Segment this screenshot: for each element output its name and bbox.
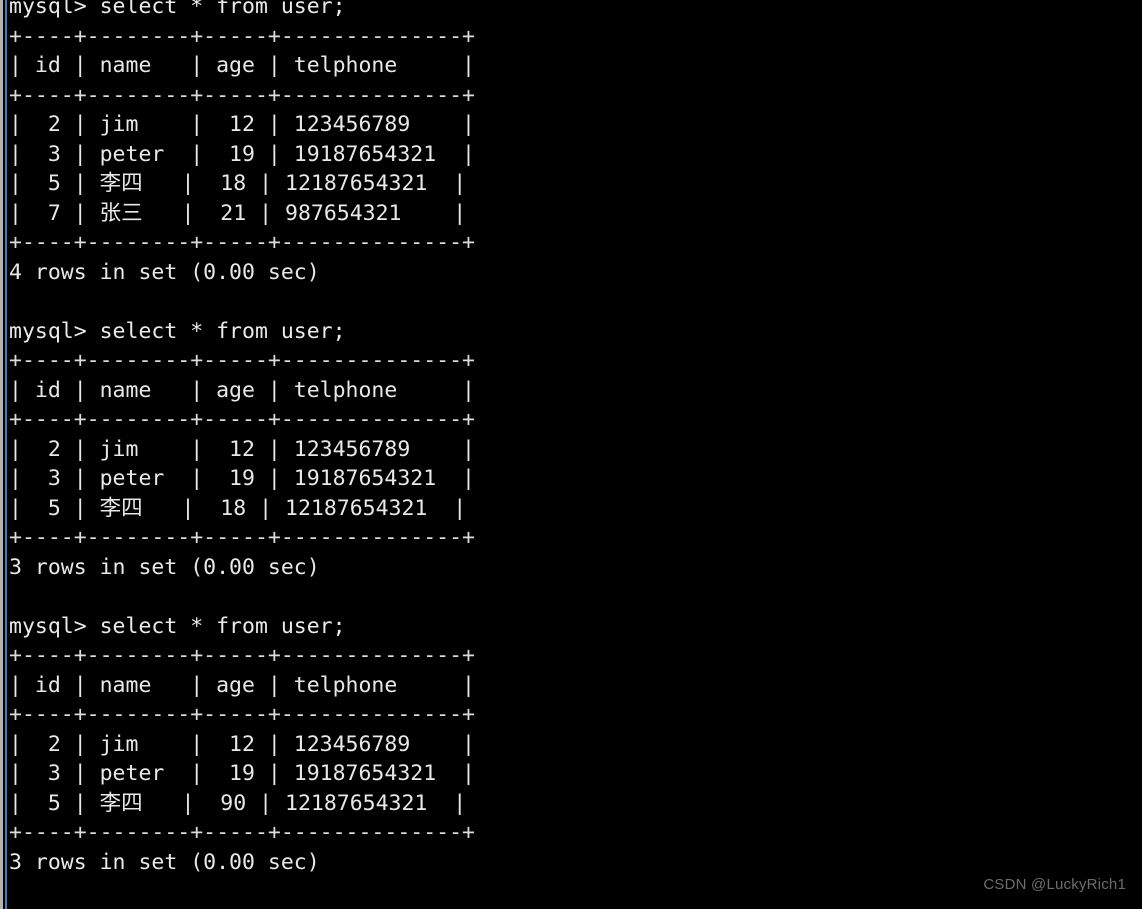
table-separator: +----+--------+-----+--------------+ xyxy=(9,820,475,845)
table-separator: +----+--------+-----+--------------+ xyxy=(9,348,475,373)
terminal-window: mysql> select * from user; +----+-------… xyxy=(0,0,1142,909)
command-line: mysql> select * from user; xyxy=(9,0,346,19)
table-row: | 2 | jim | 12 | 123456789 | xyxy=(9,731,475,757)
table-separator: +----+--------+-----+--------------+ xyxy=(9,407,475,432)
table-row: | 5 | 李四 | 18 | 12187654321 | xyxy=(9,171,467,196)
table-row: | 3 | peter | 19 | 19187654321 | xyxy=(9,761,475,786)
table-header: | id | name | age | telphone | xyxy=(9,672,475,698)
command-line: mysql> select * from user; xyxy=(9,318,346,344)
table-row: | 5 | 李四 | 18 | 12187654321 | xyxy=(9,495,467,521)
result-status: 3 rows in set (0.00 sec) xyxy=(9,849,320,875)
result-status: 4 rows in set (0.00 sec) xyxy=(9,259,320,285)
table-row: | 3 | peter | 19 | 19187654321 | xyxy=(9,141,475,167)
table-separator: +----+--------+-----+--------------+ xyxy=(9,230,475,255)
table-header: | id | name | age | telphone | xyxy=(9,377,475,403)
terminal-output[interactable]: mysql> select * from user; +----+-------… xyxy=(9,0,1134,909)
table-row: | 5 | 李四 | 90 | 12187654321 | xyxy=(9,790,467,816)
table-row: | 3 | peter | 19 | 19187654321 | xyxy=(9,466,475,491)
table-separator: +----+--------+-----+--------------+ xyxy=(9,82,475,108)
table-row: | 2 | jim | 12 | 123456789 | xyxy=(9,112,475,137)
window-scrollbar[interactable] xyxy=(0,0,3,909)
table-separator: +----+--------+-----+--------------+ xyxy=(9,525,475,550)
table-separator: +----+--------+-----+--------------+ xyxy=(9,23,475,49)
command-line: mysql> select * from user; xyxy=(9,613,346,639)
table-row: | 2 | jim | 12 | 123456789 | xyxy=(9,436,475,462)
table-separator: +----+--------+-----+--------------+ xyxy=(9,702,475,727)
window-accent-rule xyxy=(5,0,7,909)
table-separator: +----+--------+-----+--------------+ xyxy=(9,643,475,668)
watermark: CSDN @LuckyRich1 xyxy=(983,876,1126,893)
result-status: 3 rows in set (0.00 sec) xyxy=(9,554,320,580)
table-header: | id | name | age | telphone | xyxy=(9,53,475,78)
table-row: | 7 | 张三 | 21 | 987654321 | xyxy=(9,200,467,226)
